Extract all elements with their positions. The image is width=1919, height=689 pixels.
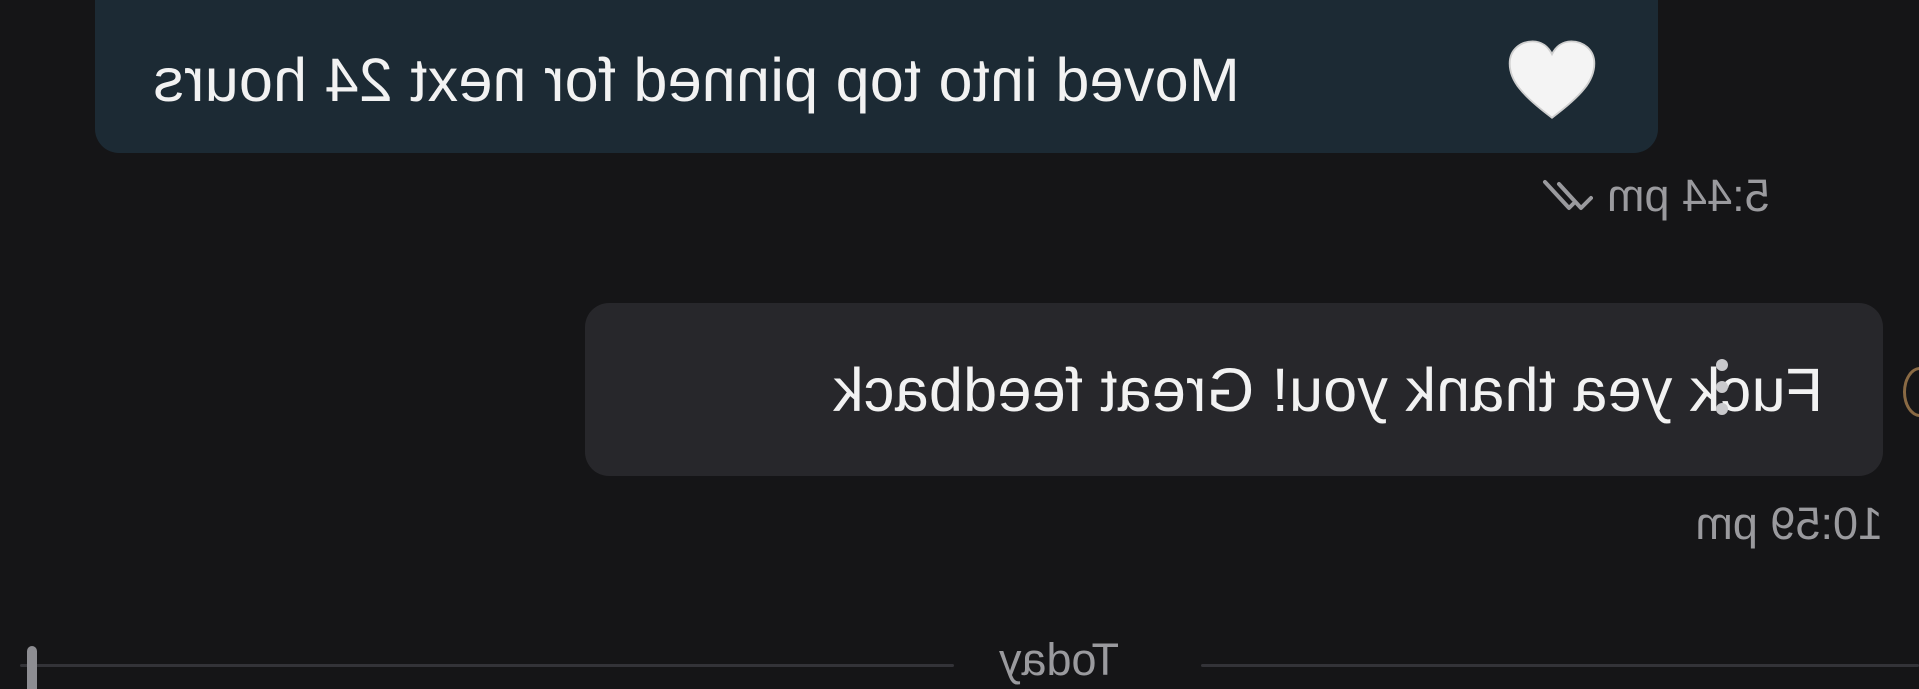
date-divider-line [20, 664, 954, 667]
received-message-bubble[interactable]: Fuck yea thank you! Great feedback [585, 303, 1883, 476]
scrollbar-handle[interactable] [27, 646, 37, 689]
sent-message-time: 5:44 pm [1607, 170, 1770, 221]
sent-message-meta: 5:44 pm [1537, 170, 1770, 222]
received-message-text: Fuck yea thank you! Great feedback [832, 355, 1823, 424]
sent-message-bubble[interactable]: Moved into top pinned for next 24 hours [95, 0, 1658, 153]
avatar[interactable] [1903, 367, 1919, 417]
white-heart-icon [1508, 39, 1596, 119]
date-divider-label: Today [998, 634, 1120, 685]
sent-message-text: Moved into top pinned for next 24 hours [153, 45, 1240, 114]
received-message-time: 10:59 pm [1695, 498, 1883, 549]
more-options-icon[interactable] [1710, 357, 1734, 417]
chat-thread: Moved into top pinned for next 24 hours … [0, 0, 1919, 689]
date-divider-line [1201, 664, 1919, 667]
double-check-icon [1543, 180, 1593, 210]
